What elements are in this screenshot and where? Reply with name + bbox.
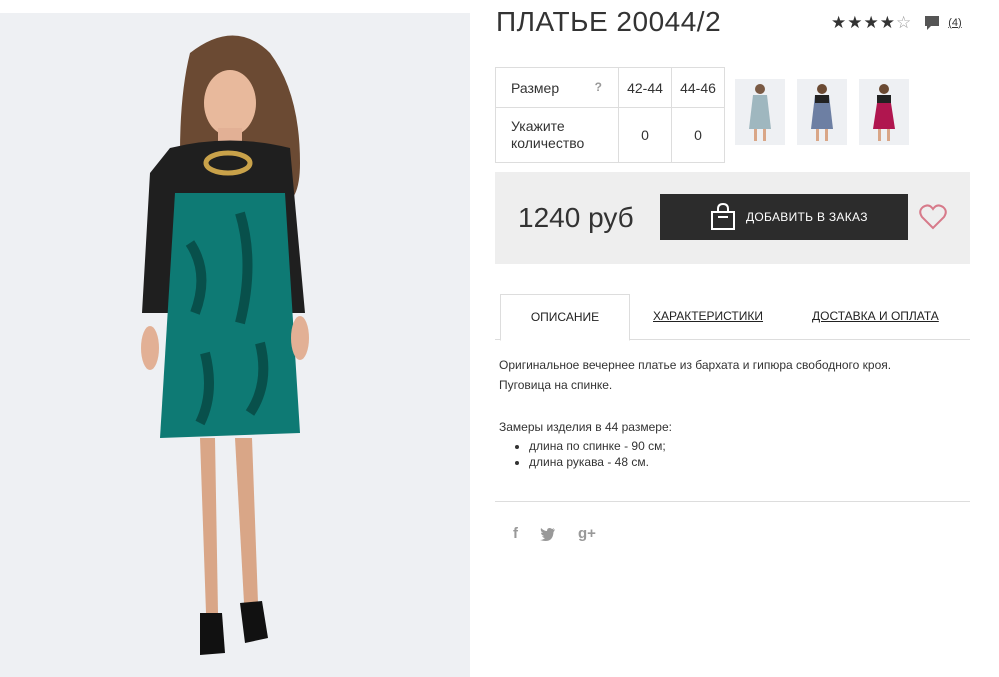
comment-icon[interactable] — [924, 15, 940, 31]
tab-characteristics[interactable]: ХАРАКТЕРИСТИКИ — [653, 294, 763, 338]
product-rating[interactable]: ★ ★ ★ ★ ☆ (4) — [831, 14, 962, 31]
tab-description[interactable]: ОПИСАНИЕ — [500, 294, 630, 341]
facebook-icon[interactable]: f — [513, 525, 518, 542]
heart-icon[interactable] — [919, 203, 947, 231]
size-label-cell: Размер ? — [495, 67, 619, 108]
product-tabs: ОПИСАНИЕ ХАРАКТЕРИСТИКИ ДОСТАВКА И ОПЛАТ… — [495, 294, 970, 341]
size-table: Размер ? 42-44 44-46 Укажите количество … — [495, 67, 725, 163]
quantity-input[interactable]: 0 — [618, 107, 672, 163]
star-icon: ★ — [847, 13, 863, 32]
description-panel: Оригинальное вечернее платье из бархата … — [499, 355, 969, 470]
tab-delivery-payment[interactable]: ДОСТАВКА И ОПЛАТА — [812, 294, 939, 338]
star-empty-icon: ☆ — [896, 13, 912, 32]
measurements-title: Замеры изделия в 44 размере: — [499, 420, 672, 434]
star-icon: ★ — [879, 13, 895, 32]
product-photo — [0, 13, 470, 677]
divider — [495, 501, 970, 502]
light-blue-dress-thumb[interactable] — [735, 79, 785, 145]
description-text: Пуговица на спинке. — [499, 378, 613, 392]
google-plus-icon[interactable]: g+ — [578, 525, 596, 542]
size-help-icon[interactable]: ? — [595, 80, 602, 94]
add-to-order-label: ДОБАВИТЬ В ЗАКАЗ — [746, 210, 868, 224]
reviews-count-link[interactable]: (4) — [948, 17, 961, 29]
thumbnail-strip — [735, 79, 909, 145]
magenta-dress-thumb[interactable] — [859, 79, 909, 145]
size-option: 44-46 — [671, 67, 725, 108]
product-title: ПЛАТЬЕ 20044/2 — [496, 6, 722, 37]
size-label: Размер — [511, 79, 560, 96]
star-icon: ★ — [863, 13, 879, 32]
list-item: длина по спинке - 90 см; — [529, 438, 969, 454]
description-text: Оригинальное вечернее платье из бархата … — [499, 358, 892, 372]
quantity-label: Укажите количество — [495, 107, 619, 163]
star-icon: ★ — [831, 13, 847, 32]
blue-print-dress-thumb[interactable] — [797, 79, 847, 145]
add-to-order-button[interactable]: ДОБАВИТЬ В ЗАКАЗ — [660, 194, 908, 240]
size-option: 42-44 — [618, 67, 672, 108]
quantity-label-text: Укажите количество — [511, 118, 585, 151]
shopping-bag-icon — [711, 203, 735, 230]
quantity-input[interactable]: 0 — [671, 107, 725, 163]
measurements-list: длина по спинке - 90 см; длина рукава - … — [499, 438, 969, 470]
social-share: f g+ — [513, 525, 596, 542]
twitter-icon[interactable] — [540, 527, 556, 541]
product-price: 1240 руб — [518, 202, 634, 233]
price-panel: 1240 руб ДОБАВИТЬ В ЗАКАЗ — [495, 172, 970, 264]
list-item: длина рукава - 48 см. — [529, 454, 969, 470]
